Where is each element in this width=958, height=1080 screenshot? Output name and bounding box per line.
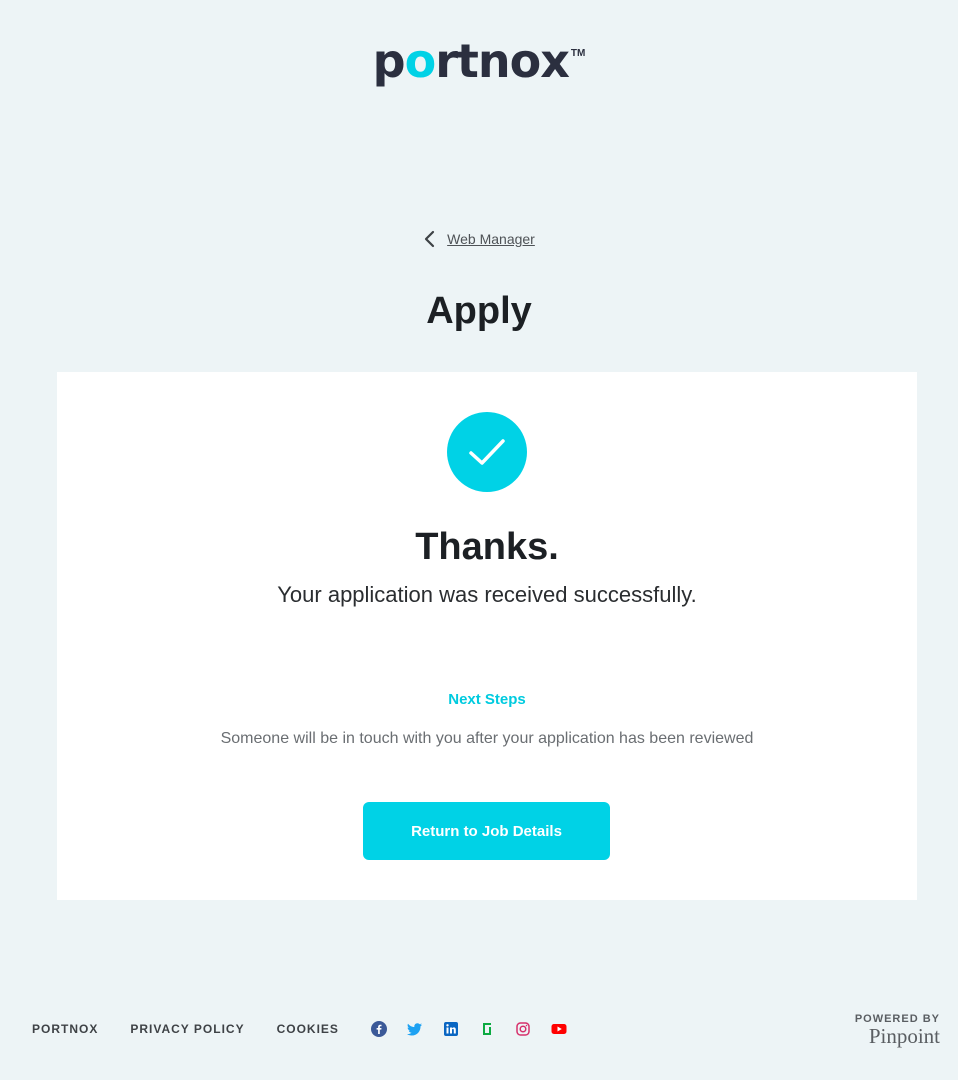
portnox-logo[interactable]: portnox TM	[0, 36, 958, 86]
chevron-left-icon[interactable]	[423, 230, 437, 248]
logo-trademark: TM	[570, 48, 586, 59]
youtube-icon[interactable]	[551, 1021, 567, 1037]
confirmation-card: Thanks. Your application was received su…	[57, 372, 917, 900]
breadcrumb-link-web-manager[interactable]: Web Manager	[447, 231, 535, 247]
powered-by-pinpoint[interactable]: POWERED BY Pinpoint	[855, 1013, 940, 1047]
thanks-heading: Thanks.	[415, 526, 559, 568]
pinpoint-logo: Pinpoint	[868, 1024, 940, 1048]
social-links	[370, 1021, 567, 1037]
next-steps-text: Someone will be in touch with you after …	[220, 730, 754, 747]
return-to-job-details-button[interactable]: Return to Job Details	[363, 802, 610, 860]
twitter-icon[interactable]	[406, 1021, 423, 1037]
glassdoor-icon[interactable]	[479, 1021, 495, 1037]
facebook-icon[interactable]	[370, 1021, 387, 1037]
footer-link-cookies[interactable]: COOKIES	[277, 1022, 339, 1036]
linkedin-icon[interactable]	[443, 1021, 459, 1037]
logo-text: portnox	[372, 34, 570, 88]
footer-link-portnox[interactable]: PORTNOX	[32, 1022, 98, 1036]
footer: PORTNOX PRIVACY POLICY COOKIES	[32, 1012, 932, 1046]
footer-link-privacy-policy[interactable]: PRIVACY POLICY	[130, 1022, 244, 1036]
success-message: Your application was received successful…	[277, 582, 697, 607]
next-steps-title: Next Steps	[448, 691, 526, 708]
breadcrumb: Web Manager	[0, 230, 958, 248]
page: portnox TM Web Manager Apply Thanks. You…	[0, 0, 958, 1080]
checkmark-icon	[447, 412, 527, 492]
instagram-icon[interactable]	[515, 1021, 531, 1037]
page-title: Apply	[426, 290, 532, 332]
